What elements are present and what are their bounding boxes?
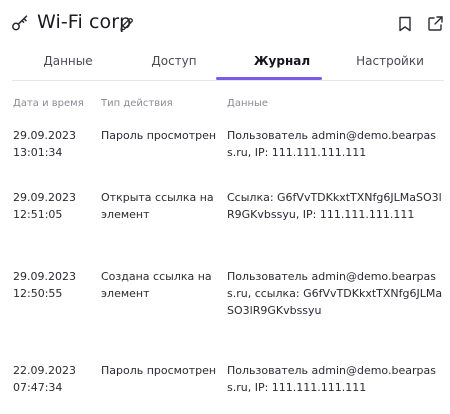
- row-data: Пользователь admin@demo.bearpass.ru, ссы…: [227, 270, 443, 317]
- edit-icon[interactable]: [119, 17, 134, 32]
- row-data: Ссылка: G6fVvTDKkxtTXNfg6JLMaSO3lR9GKvbs…: [227, 191, 442, 221]
- row-data: Пользователь admin@demo.bearpass.ru, IP:…: [227, 364, 436, 394]
- external-link-icon[interactable]: [427, 15, 444, 32]
- row-action: Пароль просмотрен: [101, 129, 217, 142]
- row-date: 29.09.2023: [13, 191, 76, 204]
- tab-data[interactable]: Данные: [23, 54, 113, 80]
- header: Wi-Fi corp: [0, 0, 450, 50]
- tab-access[interactable]: Доступ: [129, 54, 219, 80]
- active-tab-indicator: [216, 77, 322, 80]
- row-datetime: 29.09.2023 13:01:34: [13, 127, 93, 161]
- column-header-action-type: Тип действия: [101, 98, 173, 109]
- row-date: 29.09.2023: [13, 129, 76, 142]
- row-data: Пользователь admin@demo.bearpass.ru, IP:…: [227, 129, 436, 159]
- row-datetime: 22.09.2023 07:47:34: [13, 362, 93, 396]
- row-date: 29.09.2023: [13, 270, 76, 283]
- column-header-datetime: Дата и время: [13, 98, 84, 109]
- row-datetime: 29.09.2023 12:50:55: [13, 268, 93, 302]
- row-time: 12:51:05: [13, 208, 63, 221]
- row-time: 12:50:55: [13, 287, 63, 300]
- row-action: Открыта ссылка на элемент: [101, 191, 214, 221]
- key-icon: [12, 15, 28, 31]
- row-action: Создана ссылка на элемент: [101, 270, 212, 300]
- row-time: 13:01:34: [13, 146, 63, 159]
- page-title: Wi-Fi corp: [37, 11, 132, 33]
- tab-settings[interactable]: Настройки: [345, 54, 435, 80]
- bookmark-icon[interactable]: [398, 16, 412, 32]
- row-time: 07:47:34: [13, 381, 63, 394]
- column-header-data: Данные: [227, 98, 269, 109]
- row-datetime: 29.09.2023 12:51:05: [13, 189, 93, 223]
- row-date: 22.09.2023: [13, 364, 76, 377]
- row-action: Пароль просмотрен: [101, 364, 217, 377]
